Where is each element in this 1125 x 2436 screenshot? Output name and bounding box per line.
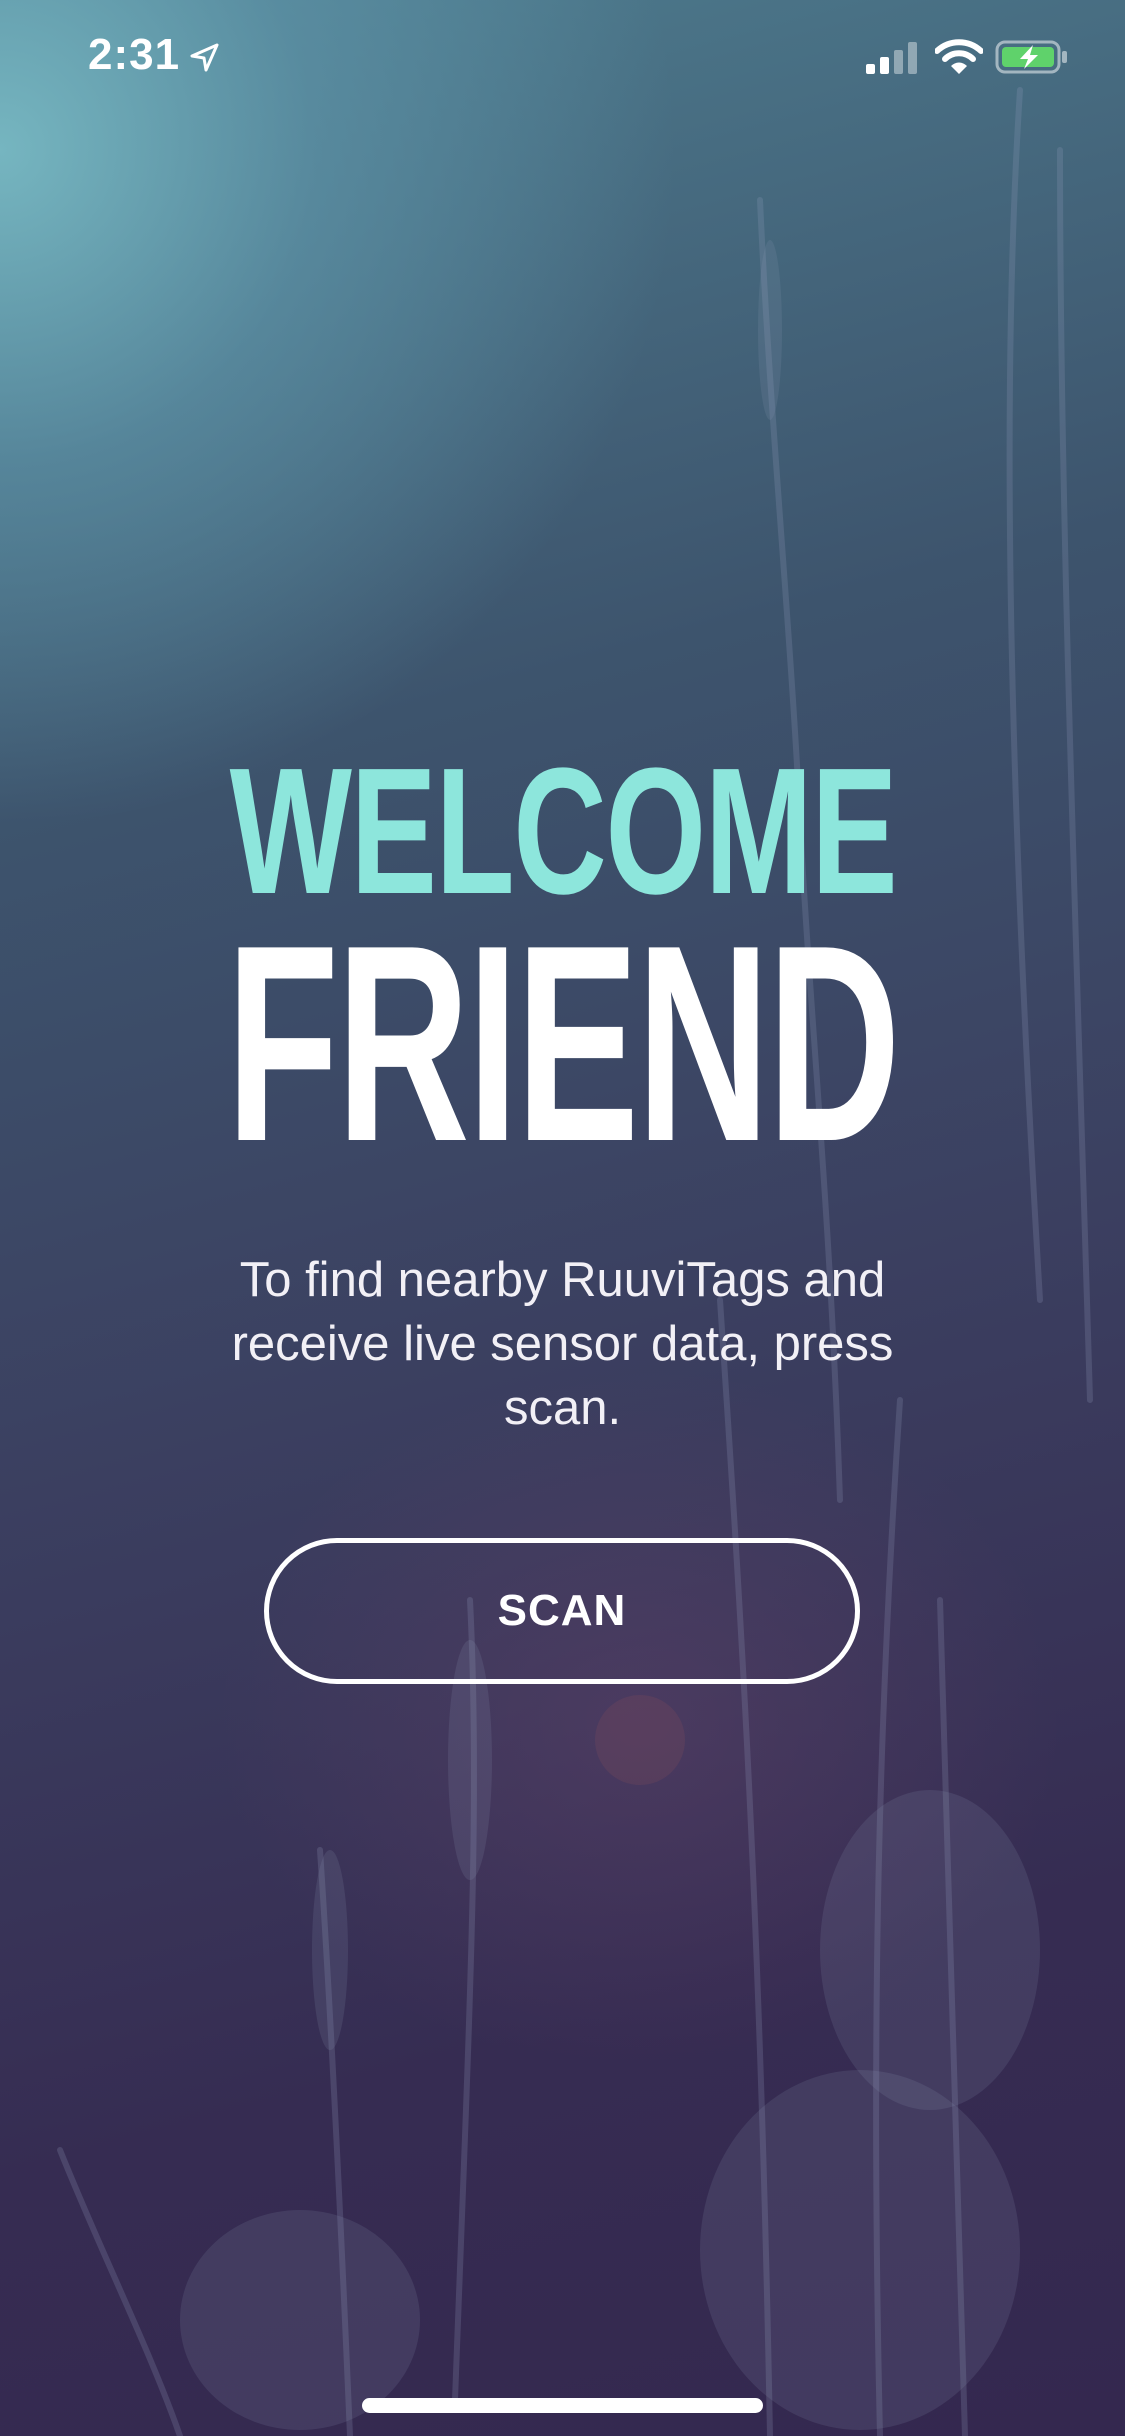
friend-title: FRIEND <box>226 888 901 1200</box>
wifi-icon <box>935 39 983 74</box>
welcome-description: To find nearby RuuviTags and receive liv… <box>231 1253 894 1435</box>
friend-title-row: FRIEND <box>0 888 1125 1200</box>
battery-charging-icon <box>995 40 1067 74</box>
welcome-headline: WELCOME FRIEND <box>0 742 1125 1185</box>
status-time: 2:31 <box>88 30 181 79</box>
scan-button[interactable]: SCAN <box>264 1538 860 1684</box>
home-indicator[interactable] <box>362 2398 763 2413</box>
scan-button-label: SCAN <box>497 1586 627 1635</box>
welcome-screen: 2:31 WELCOME FRIEND To find nearby Ruuvi <box>0 0 1125 2436</box>
cellular-signal-icon <box>866 42 917 74</box>
location-arrow-icon <box>190 43 219 72</box>
grass-background-image <box>57 87 1093 2436</box>
status-bar: 2:31 <box>0 0 1125 120</box>
